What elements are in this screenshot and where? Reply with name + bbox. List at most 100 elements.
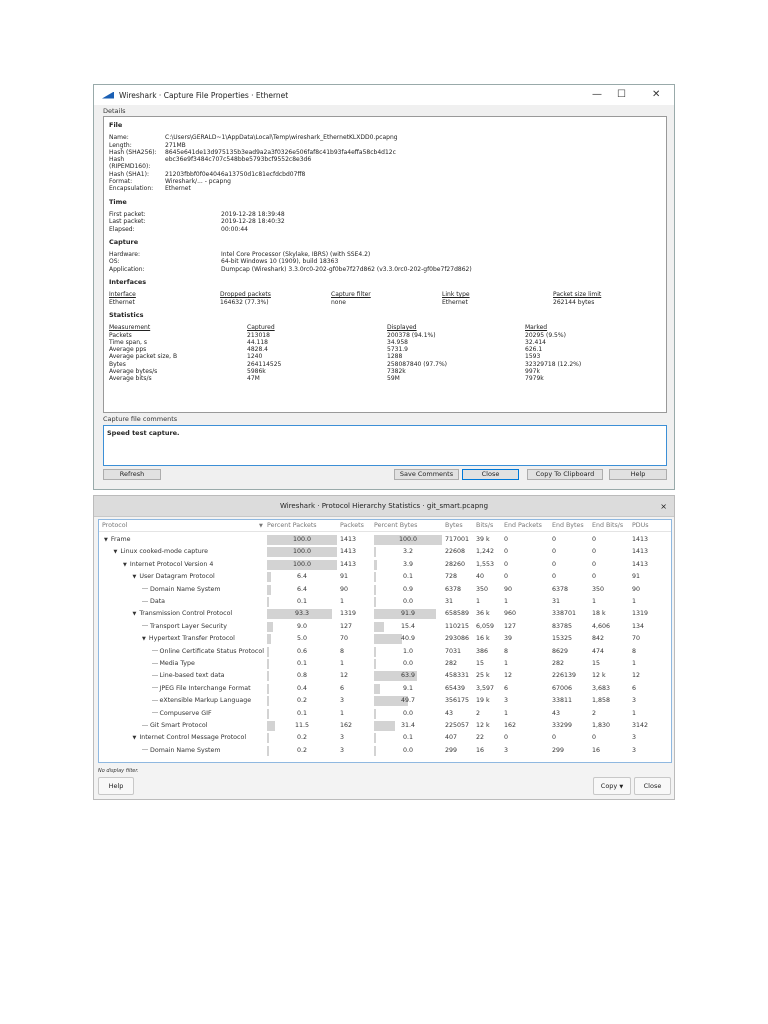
cell-end-bytes: 33299 <box>552 722 573 729</box>
cell-percent-packets: 0.2 <box>296 734 307 742</box>
comments-label: Capture file comments <box>103 415 178 423</box>
cell-end-bits-s: 0 <box>592 734 597 742</box>
cell: Bytes <box>109 360 126 368</box>
expand-arrow-icon[interactable]: ▼ <box>133 574 137 580</box>
protocol-cell: Domain Name System <box>142 584 221 596</box>
section-interfaces: Interfaces Interface Dropped packets Captur… <box>109 278 661 306</box>
cell-end-bits-s: 0 <box>592 536 597 543</box>
window-title: Wireshark · Capture File Properties · Et… <box>119 90 289 100</box>
cell: 200378 (94.1%) <box>387 331 436 339</box>
table-row[interactable]: Domain Name System 0.2 3 0.0 299 16 3 299 16 3 <box>99 745 671 757</box>
cell-end-bits-s: 1,858 <box>592 697 611 705</box>
cell-percent-packets: 0.6 <box>296 647 307 655</box>
protocol-name: Online Certificate Status Protocol <box>159 647 264 655</box>
cell-bits-s: 40 <box>476 573 485 581</box>
save-comments-button[interactable]: Save Comments <box>394 469 459 480</box>
cell-packets: 1 <box>340 660 345 667</box>
column-header-bytes[interactable]: Bytes <box>445 520 463 532</box>
table-row[interactable]: ▼ Hypertext Transfer Protocol 5.0 70 40.9 293… <box>99 633 671 645</box>
table-row[interactable]: Data 0.1 1 0.0 31 1 1 31 1 1 <box>99 596 671 608</box>
cell-pdus: 70 <box>632 635 641 643</box>
cell-percent-packets: 0.1 <box>296 598 307 605</box>
table-row[interactable]: JPEG File Interchange Format 0.4 6 9.1 65439… <box>99 683 671 695</box>
cell-end-bytes: 0 <box>552 536 557 543</box>
column-header-bits-s[interactable]: Bits/s <box>476 520 493 532</box>
protocol-name: Domain Name System <box>150 585 221 593</box>
tree-branch-icon <box>142 724 148 726</box>
close-button[interactable]: Close <box>634 777 671 795</box>
cell-percent-bytes: 3.2 <box>402 548 413 556</box>
cell-end-bits-s: 12 k <box>592 672 606 680</box>
table-row[interactable]: Domain Name System 6.4 90 0.9 6378 350 90 6378 3… <box>99 584 671 596</box>
cell-pdus: 1413 <box>632 536 649 543</box>
table-row[interactable]: eXtensible Markup Language 0.2 3 49.7 356175… <box>99 695 671 707</box>
table-row[interactable]: ▼ Internet Control Message Protocol 0.2 3 0.… <box>99 732 671 744</box>
property-value: 2019-12-28 18:40:32 <box>221 218 285 226</box>
expand-arrow-icon[interactable]: ▼ <box>114 549 118 555</box>
close-icon[interactable]: ✕ <box>652 89 660 100</box>
maximize-icon[interactable]: ☐ <box>617 89 626 100</box>
cell-bits-s: 6,059 <box>476 622 495 630</box>
property-key: Hash (SHA256): <box>109 148 157 156</box>
cell-end-bytes: 226139 <box>552 672 577 680</box>
cell: 1240 <box>247 353 263 361</box>
cell: 32.414 <box>525 338 546 346</box>
table-row[interactable]: Git Smart Protocol 11.5 162 31.4 225057 12 k 1… <box>99 720 671 732</box>
table-row[interactable]: Transport Layer Security 9.0 127 15.4 110215… <box>99 621 671 633</box>
expand-arrow-icon[interactable]: ▼ <box>133 735 137 741</box>
column-header-protocol[interactable]: Protocol <box>102 520 127 532</box>
column-header-end-packets[interactable]: End Packets <box>504 520 542 532</box>
property-row: Last packet: 2019-12-28 18:40:32 <box>109 218 661 225</box>
column-header-packets[interactable]: Packets <box>340 520 364 532</box>
protocol-cell: Domain Name System <box>142 745 221 757</box>
table-header: Protocol Percent Packets Packets Percent By… <box>99 520 671 532</box>
cell-bits-s: 12 k <box>476 722 490 729</box>
column-header-pdus[interactable]: PDUs <box>632 520 649 532</box>
table-row[interactable]: Online Certificate Status Protocol 0.6 8 1.… <box>99 646 671 658</box>
protocol-cell: Transport Layer Security <box>142 621 227 633</box>
protocol-hierarchy-window: Wireshark · Protocol Hierarchy Statistic… <box>93 495 675 800</box>
cell-percent-bytes: 49.7 <box>400 697 416 705</box>
column-header-end-bits-s[interactable]: End Bits/s <box>592 520 623 532</box>
column-header-percent-packets[interactable]: Percent Packets <box>267 520 317 532</box>
comments-textarea[interactable]: Speed test capture. <box>103 425 667 466</box>
copy-to-clipboard-button[interactable]: Copy To Clipboard <box>527 469 603 480</box>
help-button[interactable]: Help <box>98 777 134 795</box>
tree-branch-icon <box>142 600 148 602</box>
table-row[interactable]: ▼ Transmission Control Protocol 93.3 1319 91… <box>99 608 671 620</box>
cell: none <box>331 298 346 306</box>
expand-arrow-icon[interactable]: ▼ <box>123 562 127 568</box>
cell: Ethernet <box>109 298 135 306</box>
close-button[interactable]: Close <box>462 469 519 480</box>
table-row[interactable]: ▼ Linux cooked-mode capture 100.0 1413 3.2 22… <box>99 546 671 558</box>
cell-bits-s: 25 k <box>476 672 490 680</box>
expand-arrow-icon[interactable]: ▼ <box>142 636 146 642</box>
protocol-tree-table[interactable]: Protocol Percent Packets Packets Percent By… <box>98 519 672 763</box>
minimize-icon[interactable]: — <box>592 89 602 100</box>
table-row[interactable]: Line-based text data 0.8 12 63.9 458331 25 k 1… <box>99 670 671 682</box>
cell-end-packets: 3 <box>504 746 509 754</box>
protocol-name: Domain Name System <box>150 746 221 754</box>
column-header: Link type <box>442 291 470 299</box>
cell-pdus: 3142 <box>632 722 649 729</box>
table-row[interactable]: ▼ Internet Protocol Version 4 100.0 1413 3.9… <box>99 559 671 571</box>
details-panel[interactable]: File Name: C:\Users\GERALD~1\AppData\Local… <box>103 116 667 413</box>
table-row[interactable]: Compuserve GIF 0.1 1 0.0 43 2 1 43 2 1 <box>99 708 671 720</box>
cell-end-packets: 3 <box>504 697 509 705</box>
cell: Average packet size, B <box>109 353 178 361</box>
help-button[interactable]: Help <box>609 469 667 480</box>
table-row[interactable]: Media Type 0.1 1 0.0 282 15 1 282 15 1 <box>99 658 671 670</box>
column-header-percent-bytes[interactable]: Percent Bytes <box>374 520 417 532</box>
copy-button[interactable]: Copy ▼ <box>593 777 631 795</box>
protocol-cell: Compuserve GIF <box>151 708 212 720</box>
expand-arrow-icon[interactable]: ▼ <box>104 537 108 543</box>
table-row[interactable]: ▼ User Datagram Protocol 6.4 91 0.1 728 40 0 0 0 9… <box>99 571 671 583</box>
expand-arrow-icon[interactable]: ▼ <box>133 611 137 617</box>
cell-end-bytes: 8629 <box>552 647 569 655</box>
refresh-button[interactable]: Refresh <box>103 469 161 480</box>
cell-end-bytes: 31 <box>552 598 561 605</box>
close-icon[interactable]: × <box>660 496 667 517</box>
table-row[interactable]: ▼ Frame 100.0 1413 100.0 717001 39 k 0 0 0 1413 <box>99 534 671 546</box>
column-header-end-bytes[interactable]: End Bytes <box>552 520 584 532</box>
cell-percent-bytes: 3.9 <box>402 560 413 568</box>
